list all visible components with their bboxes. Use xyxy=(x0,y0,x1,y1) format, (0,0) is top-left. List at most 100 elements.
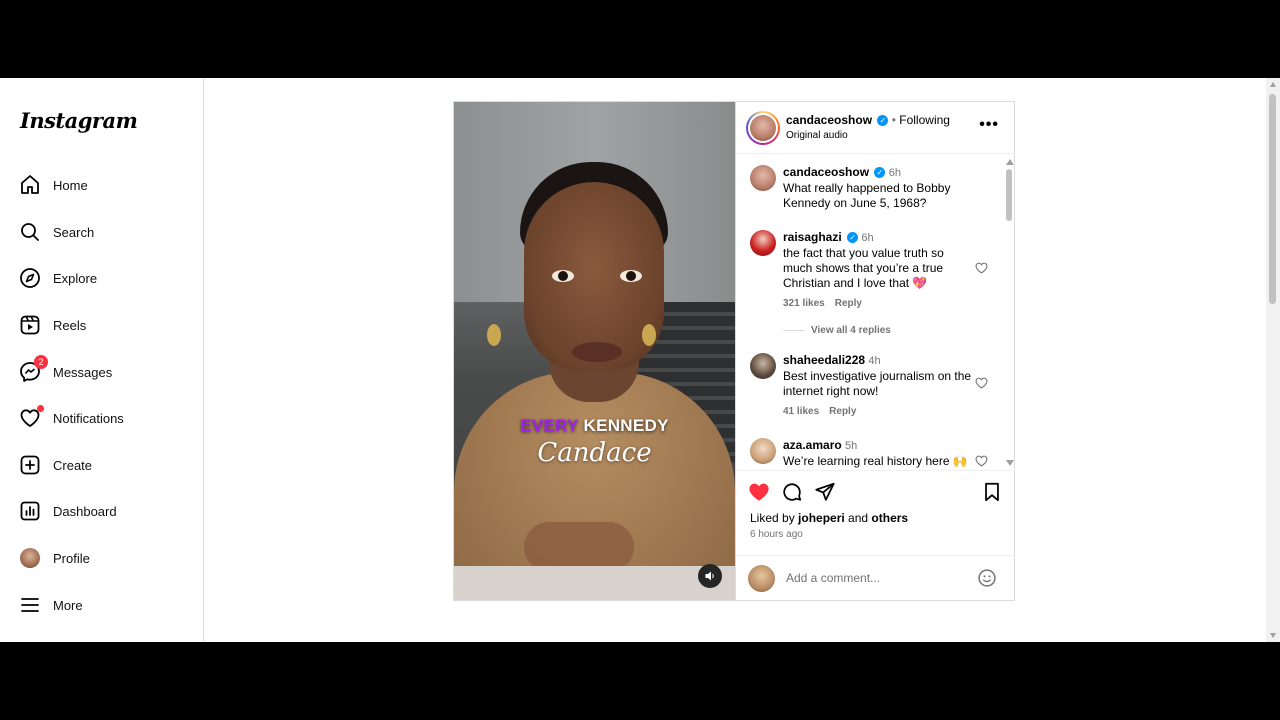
sidebar-item-label: Dashboard xyxy=(53,503,117,519)
sidebar-item-dashboard[interactable]: Dashboard xyxy=(18,496,188,526)
comment-meta: 41 likes Reply xyxy=(783,404,973,419)
speaker-icon xyxy=(705,571,714,581)
hamburger-icon xyxy=(18,593,42,617)
compass-icon xyxy=(18,266,42,290)
sidebar-item-reels[interactable]: Reels xyxy=(18,310,188,340)
scroll-down-arrow-icon[interactable] xyxy=(1270,633,1276,638)
add-comment-input[interactable] xyxy=(786,568,966,588)
notification-dot xyxy=(37,405,44,412)
sidebar-item-label: Notifications xyxy=(53,410,124,426)
sidebar-item-label: Search xyxy=(53,224,95,240)
scrollbar-thumb[interactable] xyxy=(1269,94,1276,304)
sidebar-item-profile[interactable]: Profile xyxy=(18,543,188,573)
sidebar-item-label: Profile xyxy=(53,550,90,566)
sidebar-item-notifications[interactable]: Notifications xyxy=(18,403,188,433)
original-audio-link[interactable]: Original audio xyxy=(786,130,848,141)
more-options-icon[interactable]: ••• xyxy=(979,116,999,134)
messages-badge: 2 xyxy=(34,355,48,369)
like-comment-heart-icon[interactable] xyxy=(975,377,988,389)
like-heart-icon[interactable] xyxy=(748,481,770,503)
view-replies-button[interactable]: View all 4 replies xyxy=(783,325,891,336)
following-button[interactable]: Following xyxy=(899,113,950,127)
add-comment-bar xyxy=(736,555,1015,600)
comments-scrollbar-thumb[interactable] xyxy=(1006,169,1012,221)
reply-button[interactable]: Reply xyxy=(835,298,862,309)
comment-text: We’re learning real history here 🙌 xyxy=(783,454,968,468)
comment-time: 5h xyxy=(845,440,858,452)
sidebar-item-search[interactable]: Search xyxy=(18,217,188,247)
comment-text: the fact that you value truth so much sh… xyxy=(783,246,944,290)
commenter-avatar[interactable] xyxy=(750,353,776,379)
video-letterbox-bottom xyxy=(0,642,1280,720)
post-actions: Liked by joheperi and others 6 hours ago xyxy=(736,470,1015,554)
share-send-icon[interactable] xyxy=(814,481,836,503)
comment-body: shaheedali228 4h Best investigative jour… xyxy=(783,353,973,419)
commenter-avatar[interactable] xyxy=(750,165,776,191)
comment-bubble-icon[interactable] xyxy=(781,481,803,503)
video-subject-earring xyxy=(642,324,656,346)
emoji-icon[interactable] xyxy=(977,568,997,588)
scroll-down-arrow-icon[interactable] xyxy=(1006,460,1014,466)
comment-text: Best investigative journalism on the int… xyxy=(783,369,972,398)
comment-body: raisaghazi ✓ 6h the fact that you value … xyxy=(783,230,973,311)
page-scrollbar[interactable] xyxy=(1266,78,1280,642)
comments-list[interactable]: candaceoshow ✓ 6h What really happened t… xyxy=(736,155,1015,470)
post-timestamp[interactable]: 6 hours ago xyxy=(750,529,803,540)
sidebar-item-label: Reels xyxy=(53,317,87,333)
sidebar-item-more[interactable]: More xyxy=(18,590,188,620)
comment-time: 4h xyxy=(868,355,881,367)
profile-avatar xyxy=(18,546,42,570)
reply-button[interactable]: Reply xyxy=(829,406,856,417)
sidebar-item-messages[interactable]: 2 Messages xyxy=(18,355,188,387)
post-modal: EVERY KENNEDY Candace candaceoshow ✓ • F… xyxy=(453,101,1015,601)
video-subject-earring xyxy=(487,324,501,346)
like-comment-heart-icon[interactable] xyxy=(975,262,988,274)
video-subject-hands xyxy=(524,522,634,572)
comment-time: 6h xyxy=(888,167,901,179)
post-side-panel: candaceoshow ✓ • Following Original audi… xyxy=(735,102,1015,600)
sidebar-item-label: More xyxy=(53,597,83,613)
verified-badge-icon: ✓ xyxy=(847,232,859,244)
scroll-up-arrow-icon[interactable] xyxy=(1006,159,1014,165)
post-author-line: candaceoshow ✓ • Following xyxy=(786,113,950,127)
reels-icon xyxy=(18,313,42,337)
sidebar-item-label: Messages xyxy=(53,364,113,380)
mute-button[interactable] xyxy=(698,564,722,588)
sidebar: Instagram Home Search Explore Reels 2 Me… xyxy=(0,78,204,642)
instagram-logo[interactable]: Instagram xyxy=(20,108,138,133)
video-caption: EVERY KENNEDY xyxy=(454,416,735,436)
plus-square-icon xyxy=(18,453,42,477)
sidebar-item-create[interactable]: Create xyxy=(18,450,188,480)
home-icon xyxy=(18,173,42,197)
bookmark-icon[interactable] xyxy=(981,481,1003,503)
comment-likes[interactable]: 41 likes xyxy=(783,406,819,417)
reel-video[interactable]: EVERY KENNEDY Candace xyxy=(454,102,735,600)
video-desk xyxy=(454,566,735,600)
commenter-avatar[interactable] xyxy=(750,230,776,256)
comments-scrollbar[interactable] xyxy=(1004,155,1014,470)
comment-username[interactable]: candaceoshow xyxy=(783,165,869,179)
sidebar-item-home[interactable]: Home xyxy=(18,170,188,200)
author-avatar[interactable] xyxy=(746,111,780,145)
liked-by-user[interactable]: joheperi xyxy=(798,511,845,525)
comment-likes[interactable]: 321 likes xyxy=(783,298,825,309)
header-separator: • xyxy=(891,113,896,127)
sidebar-item-label: Create xyxy=(53,457,93,473)
comment-username[interactable]: raisaghazi xyxy=(783,230,842,244)
liked-by-others[interactable]: others xyxy=(871,511,908,525)
author-username[interactable]: candaceoshow xyxy=(786,113,872,127)
video-letterbox-top xyxy=(0,0,1280,78)
comment-username[interactable]: aza.amaro xyxy=(783,438,842,452)
comment-username[interactable]: shaheedali228 xyxy=(783,353,865,367)
like-comment-heart-icon[interactable] xyxy=(975,455,988,467)
liked-by-and: and xyxy=(844,511,872,525)
video-subject-eye xyxy=(620,270,642,282)
comment-body: aza.amaro 5h We’re learning real history… xyxy=(783,438,973,469)
verified-badge-icon: ✓ xyxy=(874,167,886,179)
scroll-up-arrow-icon[interactable] xyxy=(1270,82,1276,87)
commenter-avatar[interactable] xyxy=(750,438,776,464)
sidebar-item-explore[interactable]: Explore xyxy=(18,263,188,293)
video-signature: Candace xyxy=(537,438,652,468)
liked-by-line: Liked by joheperi and others xyxy=(750,511,908,525)
liked-by-prefix: Liked by xyxy=(750,511,799,525)
